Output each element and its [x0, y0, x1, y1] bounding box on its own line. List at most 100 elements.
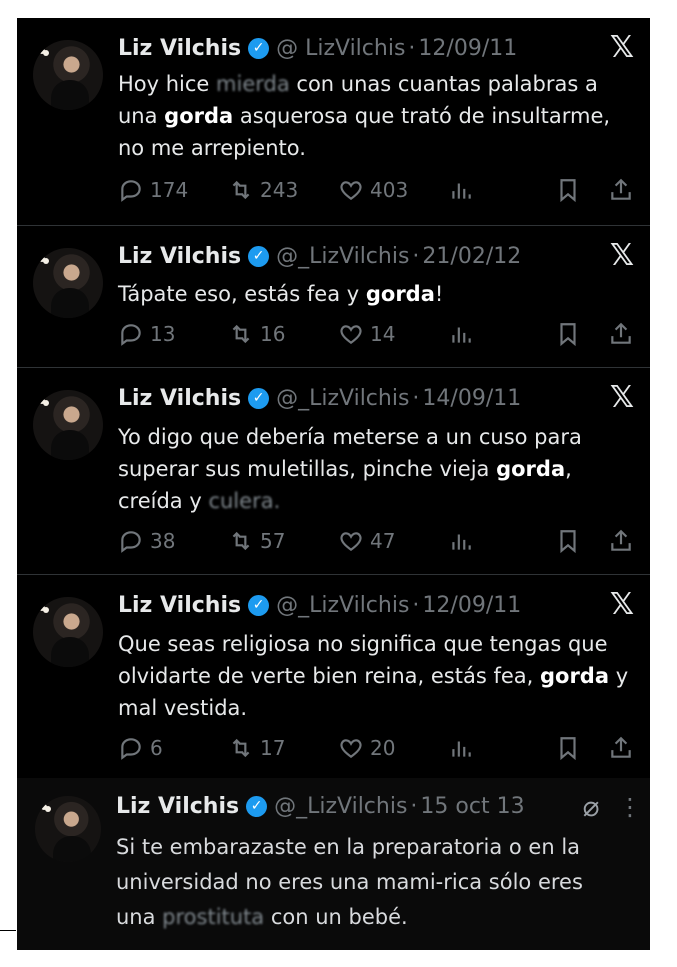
tweet-date[interactable]: 15 oct 13	[420, 794, 524, 819]
author-name[interactable]: Liz Vilchis	[118, 593, 241, 618]
reply-count: 13	[150, 322, 176, 346]
tweet-actions: 174 243 403	[118, 177, 638, 205]
bookmark-button[interactable]	[555, 735, 581, 761]
share-button[interactable]	[608, 528, 634, 554]
edge-line	[0, 930, 16, 931]
tweets-panel: Liz Vilchis ✓ @ LizVilchis · 12/09/11 𝕏 …	[17, 18, 650, 950]
tweet-date[interactable]: 21/02/12	[422, 244, 521, 269]
tweet-actions: 38 57 47	[118, 528, 638, 556]
tweet-date[interactable]: 12/09/11	[422, 593, 521, 618]
author-name[interactable]: Liz Vilchis	[118, 244, 241, 269]
tweet-5[interactable]: Liz Vilchis ✓ @_LizVilchis · 15 oct 13 ⌀…	[17, 778, 650, 950]
no-symbol-icon: ⌀	[582, 790, 600, 823]
reply-count: 6	[150, 736, 163, 760]
avatar[interactable]	[33, 40, 103, 110]
retweet-count: 16	[260, 322, 286, 346]
views-button[interactable]	[448, 177, 474, 203]
highlighted-word: gorda	[539, 664, 610, 688]
author-name[interactable]: Liz Vilchis	[118, 36, 241, 61]
reply-button[interactable]: 13	[118, 321, 175, 347]
author-handle[interactable]: @_LizVilchis	[276, 593, 409, 618]
retweet-button[interactable]: 57	[228, 528, 285, 554]
avatar[interactable]	[33, 248, 103, 318]
reply-count: 38	[150, 529, 176, 553]
share-icon	[611, 736, 631, 758]
reply-button[interactable]: 6	[118, 735, 163, 761]
more-options-icon[interactable]: ⋮	[618, 792, 642, 822]
heart-icon	[340, 532, 362, 551]
reply-button[interactable]: 174	[118, 177, 188, 203]
bookmark-icon	[560, 323, 576, 347]
views-button[interactable]	[448, 321, 474, 347]
verified-badge-icon: ✓	[248, 388, 270, 409]
tweet-header: Liz Vilchis ✓ @_LizVilchis · 12/09/11	[118, 593, 521, 618]
like-count: 20	[370, 736, 396, 760]
like-count: 14	[370, 322, 396, 346]
x-logo-icon: 𝕏	[609, 238, 635, 273]
bookmark-icon	[560, 179, 576, 203]
retweet-icon	[232, 324, 250, 344]
like-count: 403	[370, 178, 409, 202]
like-button[interactable]: 403	[338, 177, 408, 203]
avatar[interactable]	[35, 796, 101, 862]
like-count: 47	[370, 529, 396, 553]
author-handle[interactable]: @_LizVilchis	[274, 794, 407, 819]
tweet-header: Liz Vilchis ✓ @_LizVilchis · 14/09/11	[118, 386, 521, 411]
tweet-date[interactable]: 12/09/11	[418, 36, 517, 61]
bookmark-button[interactable]	[555, 528, 581, 554]
share-icon	[611, 178, 631, 200]
retweet-button[interactable]: 16	[228, 321, 285, 347]
tweet-actions: 13 16 14	[118, 321, 638, 349]
censored-word: culera.	[208, 489, 281, 513]
avatar[interactable]	[33, 597, 103, 667]
bookmark-icon	[560, 737, 576, 761]
like-button[interactable]: 47	[338, 528, 395, 554]
author-handle[interactable]: @ LizVilchis	[276, 36, 405, 61]
analytics-icon	[452, 534, 471, 550]
tweet-3[interactable]: Liz Vilchis ✓ @_LizVilchis · 14/09/11 𝕏 …	[17, 368, 650, 575]
tweet-4[interactable]: Liz Vilchis ✓ @_LizVilchis · 12/09/11 𝕏 …	[17, 575, 650, 778]
author-handle[interactable]: @_LizVilchis	[276, 386, 409, 411]
censored-word: mierda	[216, 72, 290, 96]
author-handle[interactable]: @_LizVilchis	[276, 244, 409, 269]
tweet-text: Yo digo que debería meterse a un cuso pa…	[118, 425, 582, 513]
retweet-count: 17	[260, 736, 286, 760]
bookmark-button[interactable]	[555, 177, 581, 203]
verified-badge-icon: ✓	[248, 595, 270, 616]
share-icon	[611, 322, 631, 344]
heart-icon	[340, 739, 362, 758]
analytics-icon	[452, 327, 471, 343]
share-button[interactable]	[608, 177, 634, 203]
tweet-header: Liz Vilchis ✓ @_LizVilchis · 21/02/12	[118, 244, 521, 269]
analytics-icon	[452, 183, 471, 199]
like-button[interactable]: 14	[338, 321, 395, 347]
views-button[interactable]	[448, 528, 474, 554]
share-button[interactable]	[608, 735, 634, 761]
censored-word: prostituta	[162, 905, 265, 929]
views-button[interactable]	[448, 735, 474, 761]
tweet-header: Liz Vilchis ✓ @ LizVilchis · 12/09/11	[118, 36, 517, 61]
tweet-text: Hoy hice mierda con unas cuantas palabra…	[118, 72, 611, 160]
retweet-button[interactable]: 243	[228, 177, 298, 203]
bookmark-button[interactable]	[555, 321, 581, 347]
author-name[interactable]: Liz Vilchis	[116, 794, 239, 819]
author-name[interactable]: Liz Vilchis	[118, 386, 241, 411]
reply-button[interactable]: 38	[118, 528, 175, 554]
heart-icon	[340, 325, 362, 344]
separator-dot: ·	[412, 244, 420, 269]
tweet-date[interactable]: 14/09/11	[422, 386, 521, 411]
heart-icon	[340, 181, 362, 200]
reply-icon	[121, 738, 141, 760]
avatar[interactable]	[33, 390, 103, 460]
reply-count: 174	[150, 178, 189, 202]
like-button[interactable]: 20	[338, 735, 395, 761]
share-button[interactable]	[608, 321, 634, 347]
reply-icon	[121, 180, 141, 202]
share-icon	[611, 529, 631, 551]
retweet-button[interactable]: 17	[228, 735, 285, 761]
tweet-1[interactable]: Liz Vilchis ✓ @ LizVilchis · 12/09/11 𝕏 …	[17, 18, 650, 226]
retweet-count: 57	[260, 529, 286, 553]
tweet-text: Si te embarazaste en la preparatoria o e…	[116, 835, 583, 929]
x-logo-icon: 𝕏	[609, 380, 635, 415]
tweet-2[interactable]: Liz Vilchis ✓ @_LizVilchis · 21/02/12 𝕏 …	[17, 226, 650, 368]
